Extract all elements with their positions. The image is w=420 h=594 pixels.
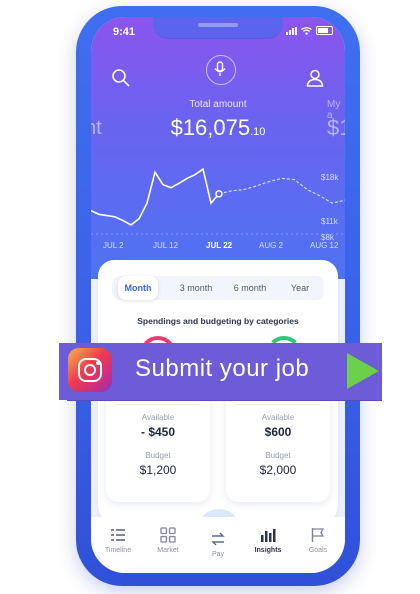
chart-x-tick[interactable]: AUG 2 [259,241,283,250]
search-icon[interactable] [110,67,132,89]
chart-current-point[interactable] [215,190,223,198]
total-amount-cents: .10 [250,126,266,138]
nav-label: Market [157,547,179,554]
nav-pay[interactable]: Pay [193,517,243,573]
tab-year[interactable]: Year [280,276,320,300]
nav-insights[interactable]: Insights [243,517,293,573]
total-amount-label: Total amount [189,99,247,110]
chart-y-tick: $18k [321,173,339,182]
profile-icon[interactable] [304,67,326,89]
available-value: - $450 [140,425,176,439]
nav-market[interactable]: Market [143,517,193,573]
balance-line-chart[interactable]: $18k$11k$8k [91,152,345,247]
voice-button[interactable] [206,55,236,85]
bottom-nav: Timeline Market Pay Insights Goals [91,517,345,573]
pay-transfer-icon [211,532,225,546]
market-icon [160,527,176,543]
chart-x-tick[interactable]: JUL 22 [206,241,232,250]
nav-label: Timeline [104,547,132,554]
tab-month[interactable]: Month [118,276,158,300]
banner-text: Submit your job [135,355,310,382]
chart-x-tick[interactable]: AUG 12 [310,241,338,250]
budget-value: $1,200 [139,463,177,477]
hero-header: 9:41 nt [91,17,345,279]
status-icons [286,26,333,35]
nav-timeline[interactable]: Timeline [93,517,143,573]
chart-series-projected [218,177,345,204]
period-tabs: Month 3 month 6 month Year [112,276,324,300]
chart-x-tick[interactable]: JUL 2 [103,241,124,250]
insights-icon [261,529,276,542]
chart-series-actual [91,167,220,226]
submit-job-banner[interactable]: Submit your job [59,343,382,401]
section-title: Spendings and budgeting by categories [137,316,299,326]
nav-label: Insights [254,547,282,554]
available-value: $600 [264,425,292,439]
microphone-icon [213,60,226,76]
chart-y-tick: $11k [321,217,339,226]
play-icon[interactable] [347,353,379,389]
timeline-icon [111,529,125,541]
total-amount-value: $16,075.10 [91,115,345,141]
budget-label: Budget [145,451,171,460]
budget-value: $2,000 [259,463,297,477]
total-amount-whole: $16,075 [170,115,251,140]
chart-x-tick[interactable]: JUL 12 [153,241,178,250]
app-screen: 9:41 nt [91,17,345,573]
budget-label: Budget [265,451,291,460]
battery-icon [316,26,333,35]
instagram-icon [68,348,112,392]
status-time: 9:41 [113,26,136,38]
available-label: Available [141,413,175,422]
device-notch [153,17,283,39]
signal-icon [286,26,297,35]
wifi-icon [301,26,312,35]
nav-label: Goals [308,547,328,554]
nav-label: Pay [211,551,225,558]
nav-goals[interactable]: Goals [293,517,343,573]
available-label: Available [261,413,295,422]
tab-6-month[interactable]: 6 month [224,276,276,300]
goals-flag-icon [311,528,325,542]
tab-3-month[interactable]: 3 month [170,276,222,300]
next-account-amount[interactable]: $1 [327,115,345,141]
